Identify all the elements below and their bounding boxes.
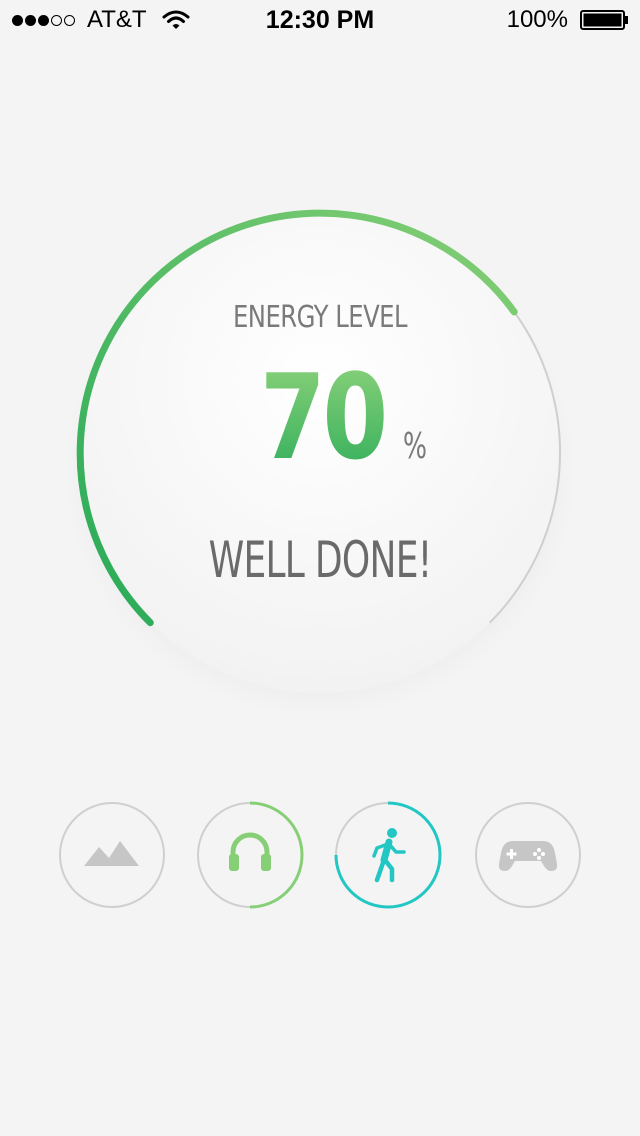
energy-unit: % [403, 426, 427, 467]
energy-value: 70 [260, 348, 388, 486]
nav-progress-arc [249, 801, 304, 909]
nav-button-headphones[interactable] [195, 800, 305, 910]
energy-gauge: ENERGY LEVEL 70 % WELL DONE! [0, 0, 640, 760]
nav-button-walking[interactable] [333, 800, 443, 910]
nav-button-landscape[interactable] [57, 800, 167, 910]
landscape-icon [84, 841, 139, 866]
category-nav [0, 800, 640, 910]
headphones-icon [229, 832, 271, 871]
nav-button-gamepad[interactable] [473, 800, 583, 910]
walking-icon [372, 828, 406, 883]
energy-level-label: ENERGY LEVEL [232, 300, 408, 335]
status-message: WELL DONE! [208, 531, 433, 589]
gamepad-icon [498, 841, 558, 871]
